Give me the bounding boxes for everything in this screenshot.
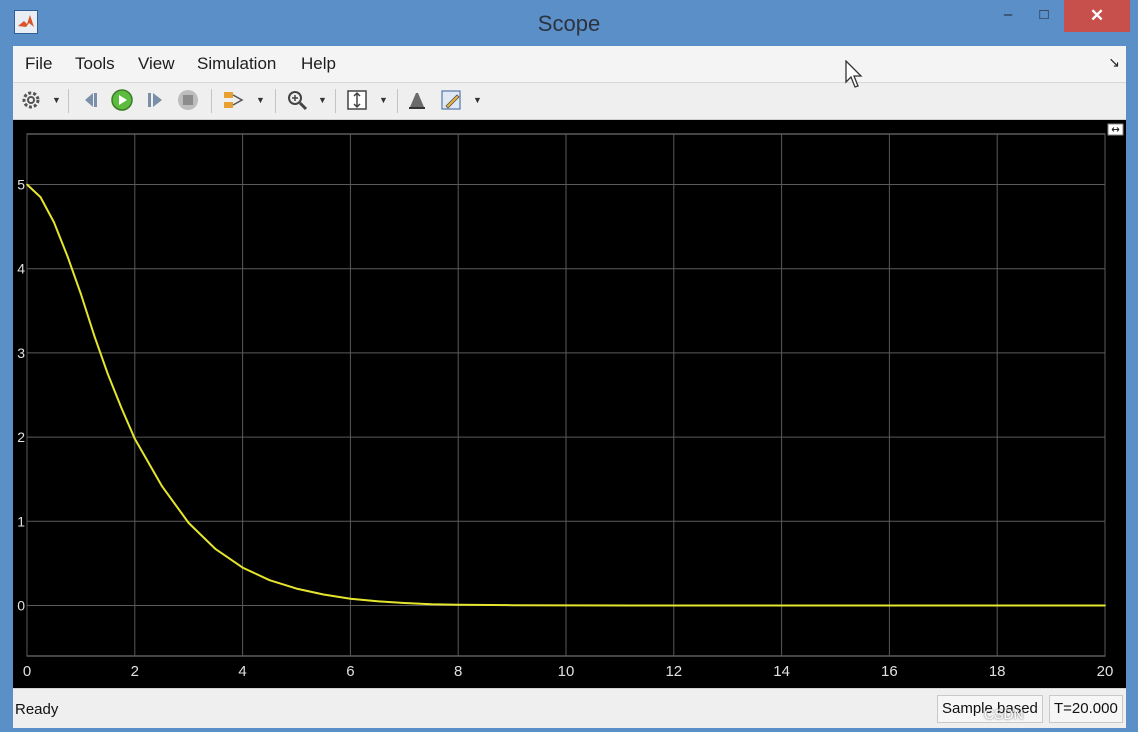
scope-plot[interactable]: 0 2 4 6 8 10 12 14 16 18 20 012345 bbox=[13, 120, 1126, 688]
trace-point bbox=[53, 221, 55, 224]
trace-point bbox=[80, 293, 82, 295]
zoom-dropdown-icon[interactable]: ▼ bbox=[318, 95, 327, 105]
y-tick-label: 1 bbox=[17, 513, 25, 529]
y-tick-label: 4 bbox=[17, 261, 25, 277]
x-tick-label: 0 bbox=[23, 663, 31, 680]
trace-point bbox=[780, 604, 783, 607]
menu-bar: File Tools View Simulation Help ↘ bbox=[13, 46, 1126, 83]
trace-point bbox=[93, 335, 96, 337]
trace-point bbox=[66, 255, 69, 257]
autoscale-dropdown-icon[interactable]: ▼ bbox=[379, 95, 388, 105]
plot-panel: 0 2 4 6 8 10 12 14 16 18 20 012345 bbox=[13, 120, 1126, 688]
mouse-cursor-icon bbox=[845, 60, 863, 88]
trace-point bbox=[39, 196, 42, 199]
y-tick-label: 3 bbox=[17, 345, 25, 361]
status-bar: Ready Sample based T=20.000 bbox=[13, 688, 1126, 728]
run-icon[interactable] bbox=[110, 87, 134, 113]
dock-arrow-icon[interactable]: ↘ bbox=[1108, 54, 1120, 71]
y-tick-label: 0 bbox=[17, 597, 25, 613]
status-ready: Ready bbox=[15, 701, 59, 718]
x-tick-label: 4 bbox=[238, 663, 246, 680]
toolbar-separator bbox=[335, 89, 336, 113]
toolbar: ▼ ▼ ▼ ▼ ▼ bbox=[13, 83, 1126, 120]
menu-tools[interactable]: Tools bbox=[75, 54, 115, 74]
toolbar-separator bbox=[211, 89, 212, 113]
window-title: Scope bbox=[537, 11, 601, 36]
step-forward-icon[interactable] bbox=[143, 87, 167, 113]
trace-point bbox=[888, 604, 891, 607]
trace-point bbox=[241, 566, 244, 569]
minimize-button[interactable]: – bbox=[992, 0, 1024, 34]
x-tick-label: 8 bbox=[454, 663, 462, 680]
watermark-text: CSDN bbox=[984, 706, 1024, 722]
toolbar-separator bbox=[68, 89, 69, 113]
autoscale-icon[interactable] bbox=[345, 87, 369, 113]
x-tick-label: 16 bbox=[881, 663, 898, 680]
signal-dropdown-icon[interactable]: ▼ bbox=[256, 95, 265, 105]
toolbar-separator bbox=[275, 89, 276, 113]
trace-point bbox=[403, 602, 406, 604]
close-button[interactable]: ✕ bbox=[1064, 0, 1130, 32]
settings-dropdown-icon[interactable]: ▼ bbox=[52, 95, 61, 105]
maximize-button[interactable]: □ bbox=[1028, 0, 1060, 34]
trace-point bbox=[295, 587, 298, 590]
trace-point bbox=[120, 406, 123, 409]
x-tick-label: 2 bbox=[131, 663, 139, 680]
trace-point bbox=[1104, 604, 1106, 607]
trace-point bbox=[26, 183, 28, 186]
trace-point bbox=[376, 600, 379, 603]
menu-simulation[interactable]: Simulation bbox=[197, 54, 276, 74]
trace-point bbox=[672, 604, 675, 607]
trace-point bbox=[187, 522, 190, 524]
highlight-icon[interactable] bbox=[405, 87, 429, 113]
toolbar-separator bbox=[397, 89, 398, 113]
undock-plot-icon[interactable] bbox=[1107, 123, 1124, 136]
edit-dropdown-icon[interactable]: ▼ bbox=[473, 95, 482, 105]
x-tick-label: 14 bbox=[773, 663, 790, 680]
trace-point bbox=[106, 373, 109, 375]
trace-point bbox=[996, 604, 999, 607]
signal-selector-icon[interactable] bbox=[221, 87, 247, 113]
trace-point bbox=[160, 485, 163, 487]
plot-background bbox=[13, 120, 1126, 688]
simulation-time: T=20.000 bbox=[1049, 695, 1123, 723]
settings-icon[interactable] bbox=[19, 87, 43, 113]
x-tick-label: 18 bbox=[989, 663, 1006, 680]
x-tick-label: 6 bbox=[346, 663, 354, 680]
trace-point bbox=[565, 604, 567, 607]
trace-point bbox=[511, 604, 513, 607]
scope-window: Scope – □ ✕ File Tools View Simulation H… bbox=[0, 0, 1138, 732]
y-tick-label: 2 bbox=[17, 429, 25, 445]
x-tick-label: 10 bbox=[558, 663, 575, 680]
edit-icon[interactable] bbox=[439, 87, 465, 113]
trace-point bbox=[133, 437, 136, 440]
menu-view[interactable]: View bbox=[138, 54, 175, 74]
zoom-in-icon[interactable] bbox=[285, 87, 309, 113]
menu-file[interactable]: File bbox=[25, 54, 52, 74]
x-tick-label: 20 bbox=[1097, 663, 1114, 680]
trace-point bbox=[322, 593, 325, 596]
title-bar[interactable]: Scope – □ ✕ bbox=[0, 0, 1138, 46]
trace-point bbox=[349, 597, 352, 600]
scope-client-area: File Tools View Simulation Help ↘ ▼ ▼ ▼ … bbox=[13, 46, 1126, 728]
step-back-icon[interactable] bbox=[79, 87, 103, 113]
trace-point bbox=[430, 603, 433, 606]
trace-point bbox=[214, 548, 217, 550]
trace-point bbox=[268, 579, 271, 582]
stop-icon[interactable] bbox=[176, 87, 200, 113]
x-tick-label: 12 bbox=[665, 663, 682, 680]
menu-help[interactable]: Help bbox=[301, 54, 336, 74]
trace-point bbox=[457, 603, 460, 606]
y-tick-label: 5 bbox=[17, 177, 25, 193]
